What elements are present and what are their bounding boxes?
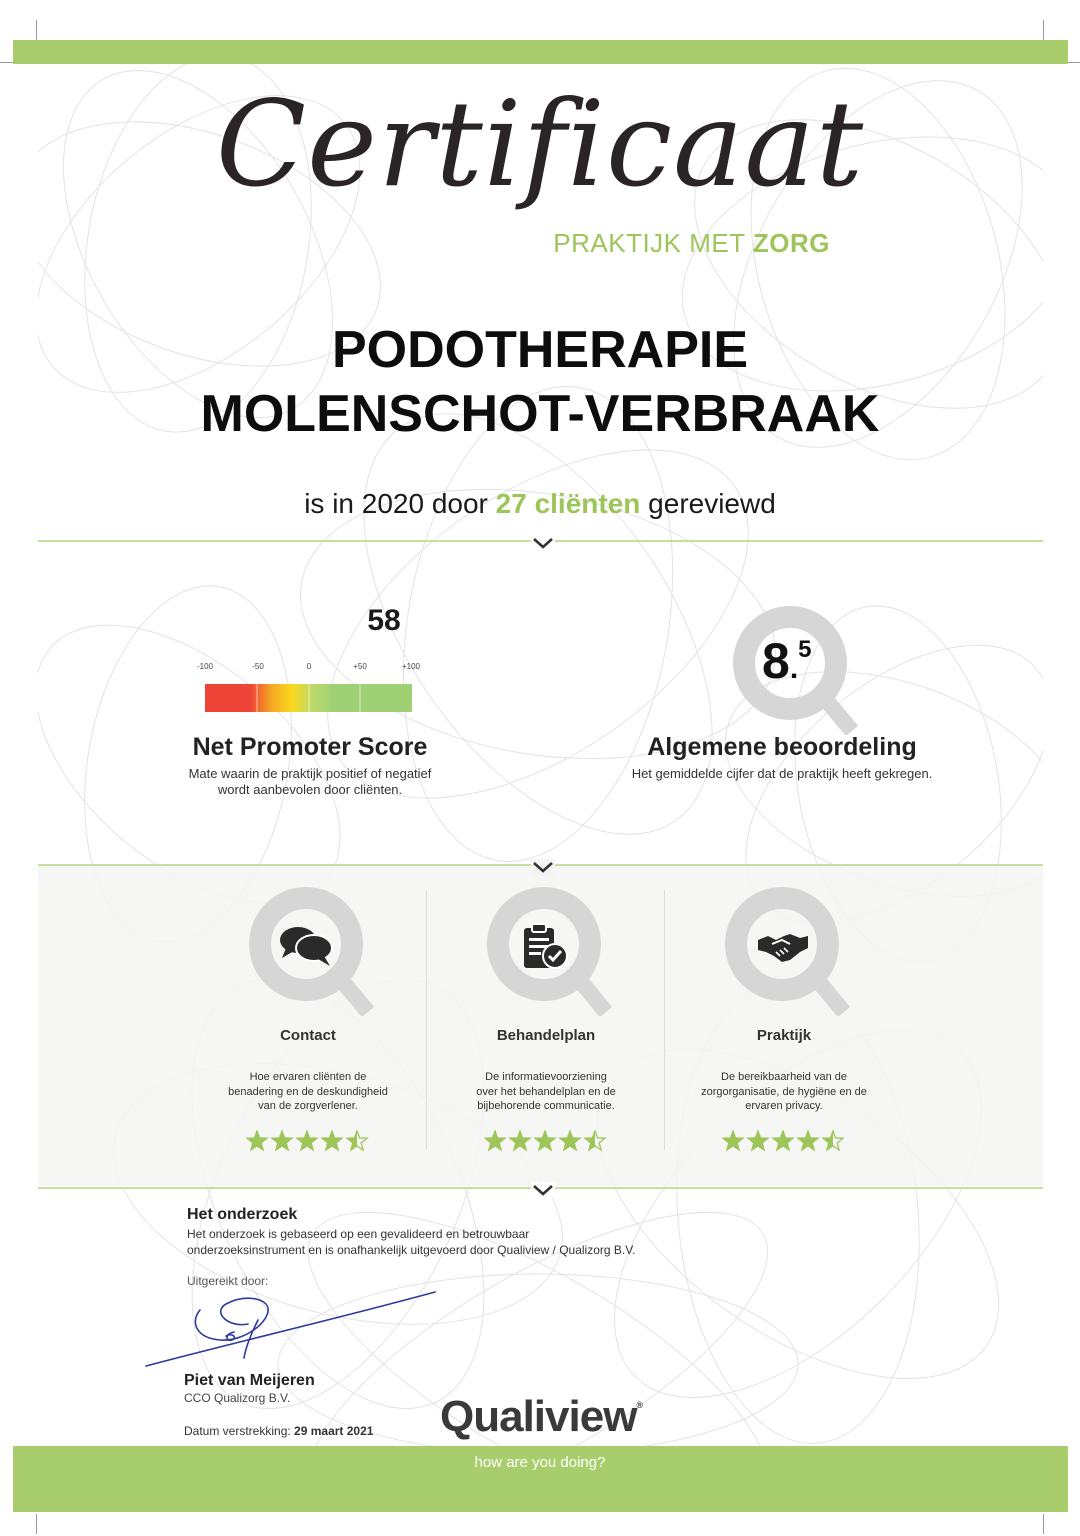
category-description-line: Hoe ervaren cliënten de — [249, 1071, 367, 1083]
crop-mark — [1043, 20, 1044, 40]
nps-title: Net Promoter Score — [192, 733, 428, 761]
category-description: De informatievoorziening over het behand… — [426, 1070, 666, 1114]
category-description-line: bijbehorende communicatie. — [477, 1100, 615, 1112]
rating-integer: 8 — [762, 633, 790, 689]
category-behandelplan: Behandelplan De informatievoorziening ov… — [426, 884, 666, 1154]
category-description-line: van de zorgverlener. — [258, 1100, 358, 1112]
nps-scale-ticks: -100 -50 0 +50 +100 — [190, 662, 430, 674]
nps-description: Mate waarin de praktijk positief of nega… — [150, 766, 470, 798]
handshake-icon — [758, 934, 808, 962]
issued-by-label: Uitgereikt door: — [187, 1274, 269, 1288]
issue-date-value: 29 maart 2021 — [294, 1424, 374, 1438]
research-text-line2: onderzoeksinstrument en is onafhankelijk… — [187, 1243, 636, 1257]
star-icon — [798, 1131, 818, 1150]
logo-text: Qualiview — [440, 1392, 637, 1441]
review-prefix: is in 2020 door — [304, 488, 488, 519]
crop-mark — [1043, 1514, 1044, 1534]
nps-bar-tick-lines — [256, 684, 361, 712]
logo-registered-mark: ® — [636, 1400, 644, 1410]
practice-name-line1: PODOTHERAPIE — [331, 321, 749, 379]
research-text: Het onderzoek is gebaseerd op een gevali… — [187, 1226, 747, 1258]
crop-mark — [36, 20, 37, 40]
star-rating — [245, 1129, 370, 1152]
nps-value: 58 — [367, 604, 401, 637]
star-icon — [535, 1131, 555, 1150]
category-description-line: De bereikbaarheid van de — [721, 1071, 847, 1083]
nps-tick: -50 — [252, 662, 264, 671]
speech-bubbles-icon — [280, 927, 333, 966]
crop-mark — [1066, 62, 1080, 63]
subtitle-emphasis: ZORG — [752, 228, 830, 258]
top-green-band — [13, 40, 1068, 64]
star-icon — [322, 1131, 342, 1150]
nps-description-line1: Mate waarin de praktijk positief of nega… — [188, 766, 432, 781]
practice-name-line2: MOLENSCHOT-VERBRAAK — [200, 385, 880, 443]
star-icon — [723, 1131, 743, 1150]
rating-description: Het gemiddelde cijfer dat de praktijk he… — [631, 766, 933, 781]
research-text-line1: Het onderzoek is gebaseerd op een gevali… — [187, 1227, 530, 1241]
category-praktijk: Praktijk De bereikbaarheid van de zorgor… — [664, 884, 904, 1154]
nps-tick: 0 — [306, 662, 312, 671]
category-contact: Contact Hoe ervaren cliënten de benaderi… — [188, 884, 428, 1154]
category-description: De bereikbaarheid van de zorgorganisatie… — [664, 1070, 904, 1114]
star-icon — [748, 1131, 768, 1150]
research-title: Het onderzoek — [187, 1206, 298, 1223]
nps-tick: +100 — [401, 662, 421, 671]
category-description-line: zorgorganisatie, de hygiëne en de — [701, 1085, 867, 1098]
star-icon — [560, 1131, 580, 1150]
star-icon — [485, 1131, 505, 1150]
star-rating — [721, 1129, 846, 1152]
star-icon — [297, 1131, 317, 1150]
clipboard-check-icon — [524, 923, 568, 969]
signer-name: Piet van Meijeren — [184, 1372, 315, 1389]
footer-tagline: how are you doing? — [474, 1454, 606, 1471]
category-description-line: De informatievoorziening — [485, 1071, 607, 1083]
star-rating-svg — [245, 1129, 369, 1152]
signature — [145, 1291, 436, 1367]
star-rating-svg — [483, 1129, 607, 1152]
nps-tick: +50 — [353, 662, 367, 671]
rating-title: Algemene beoordeling — [647, 733, 917, 761]
rating-dot: . — [789, 652, 799, 685]
chevron-down-icon — [531, 859, 555, 875]
star-icon — [510, 1131, 530, 1150]
crop-mark — [0, 62, 14, 63]
issue-date: Datum verstrekking: 29 maart 2021 — [184, 1424, 373, 1438]
review-count: 27 cliënten — [495, 488, 641, 519]
category-description: Hoe ervaren cliënten de benadering en de… — [188, 1070, 428, 1114]
star-icon — [272, 1131, 292, 1150]
review-suffix: gereviewd — [648, 488, 776, 519]
subtitle-prefix: PRAKTIJK MET — [553, 228, 746, 258]
nps-description-line2: wordt aanbevolen door cliënten. — [217, 782, 403, 797]
chevron-down-icon — [531, 535, 555, 551]
category-title: Praktijk — [756, 1027, 812, 1044]
signer-role: CCO Qualizorg B.V. — [184, 1391, 291, 1405]
category-title: Contact — [280, 1027, 336, 1044]
practice-name: PODOTHERAPIE MOLENSCHOT-VERBRAAK — [0, 318, 1080, 446]
crop-mark — [36, 1514, 37, 1534]
category-description-line: benadering en de deskundigheid — [228, 1085, 388, 1098]
issue-date-label: Datum verstrekking: — [184, 1424, 291, 1438]
star-icon — [773, 1131, 793, 1150]
rating-decimal: 5 — [798, 636, 812, 663]
star-rating-svg — [721, 1129, 845, 1152]
review-statement: is in 2020 door 27 cliënten gereviewd — [0, 488, 1080, 520]
category-description-line: ervaren privacy. — [745, 1100, 823, 1112]
category-title: Behandelplan — [496, 1027, 596, 1044]
category-description-line: over het behandelplan en de — [476, 1085, 616, 1098]
star-rating — [483, 1129, 608, 1152]
overall-rating: 8.5 — [762, 632, 812, 690]
nps-tick: -100 — [196, 662, 213, 671]
qualiview-logo: Qualiview® — [440, 1392, 643, 1442]
certificate-title: Certificaat — [215, 75, 865, 213]
chevron-down-icon — [531, 1182, 555, 1198]
star-icon — [247, 1131, 267, 1150]
certificate-subtitle: PRAKTIJK MET ZORG — [553, 228, 830, 259]
